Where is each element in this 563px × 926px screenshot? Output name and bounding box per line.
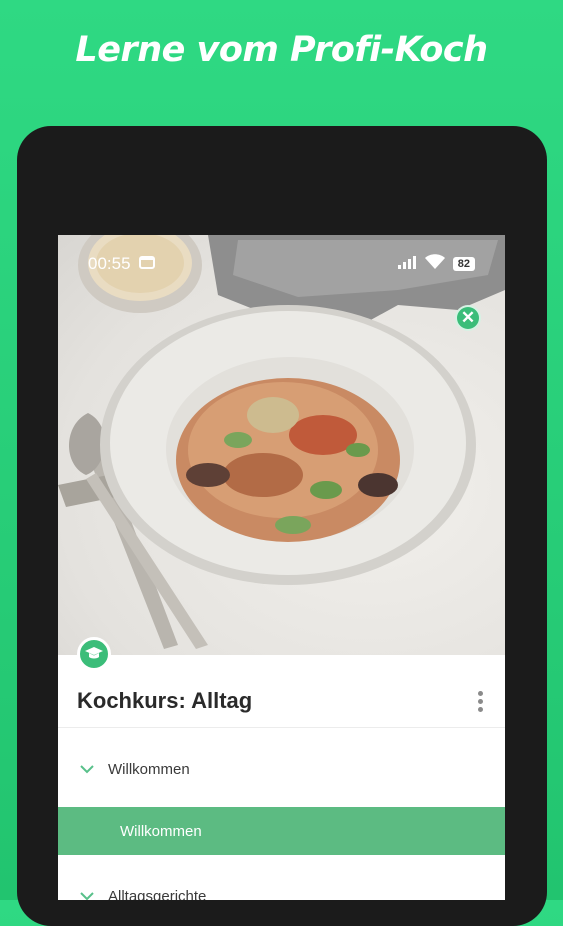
pasta-dish-illustration xyxy=(58,235,505,649)
section-label: Alltagsgerichte xyxy=(108,887,207,901)
chevron-down-icon xyxy=(80,765,94,774)
course-header: Kochkurs: Alltag xyxy=(58,675,505,728)
course-badge xyxy=(77,637,111,671)
chevron-down-icon xyxy=(80,892,94,900)
graduation-cap-icon xyxy=(85,647,103,659)
lesson-item-willkommen[interactable]: Willkommen xyxy=(58,807,505,855)
recipe-hero-image: 00:55 82 ✕ xyxy=(58,235,505,655)
promo-headline: Lerne vom Profi-Koch xyxy=(75,30,488,70)
status-bar: 00:55 82 xyxy=(88,253,475,275)
battery-indicator: 82 xyxy=(452,257,475,271)
app-screen: 00:55 82 ✕ Kochkurs: Alltag Willkommen W… xyxy=(58,235,505,900)
calendar-icon xyxy=(138,254,155,274)
close-icon: ✕ xyxy=(460,308,476,327)
section-header-alltagsgerichte[interactable]: Alltagsgerichte xyxy=(58,870,505,900)
section-label: Willkommen xyxy=(108,760,190,778)
section-header-willkommen[interactable]: Willkommen xyxy=(58,743,505,795)
status-time: 00:55 xyxy=(88,254,131,273)
wifi-icon xyxy=(424,253,445,275)
course-title: Kochkurs: Alltag xyxy=(77,688,253,713)
close-button[interactable]: ✕ xyxy=(455,305,481,331)
more-vertical-icon[interactable] xyxy=(478,690,483,712)
lesson-label: Willkommen xyxy=(120,822,202,840)
signal-icon xyxy=(397,254,417,274)
